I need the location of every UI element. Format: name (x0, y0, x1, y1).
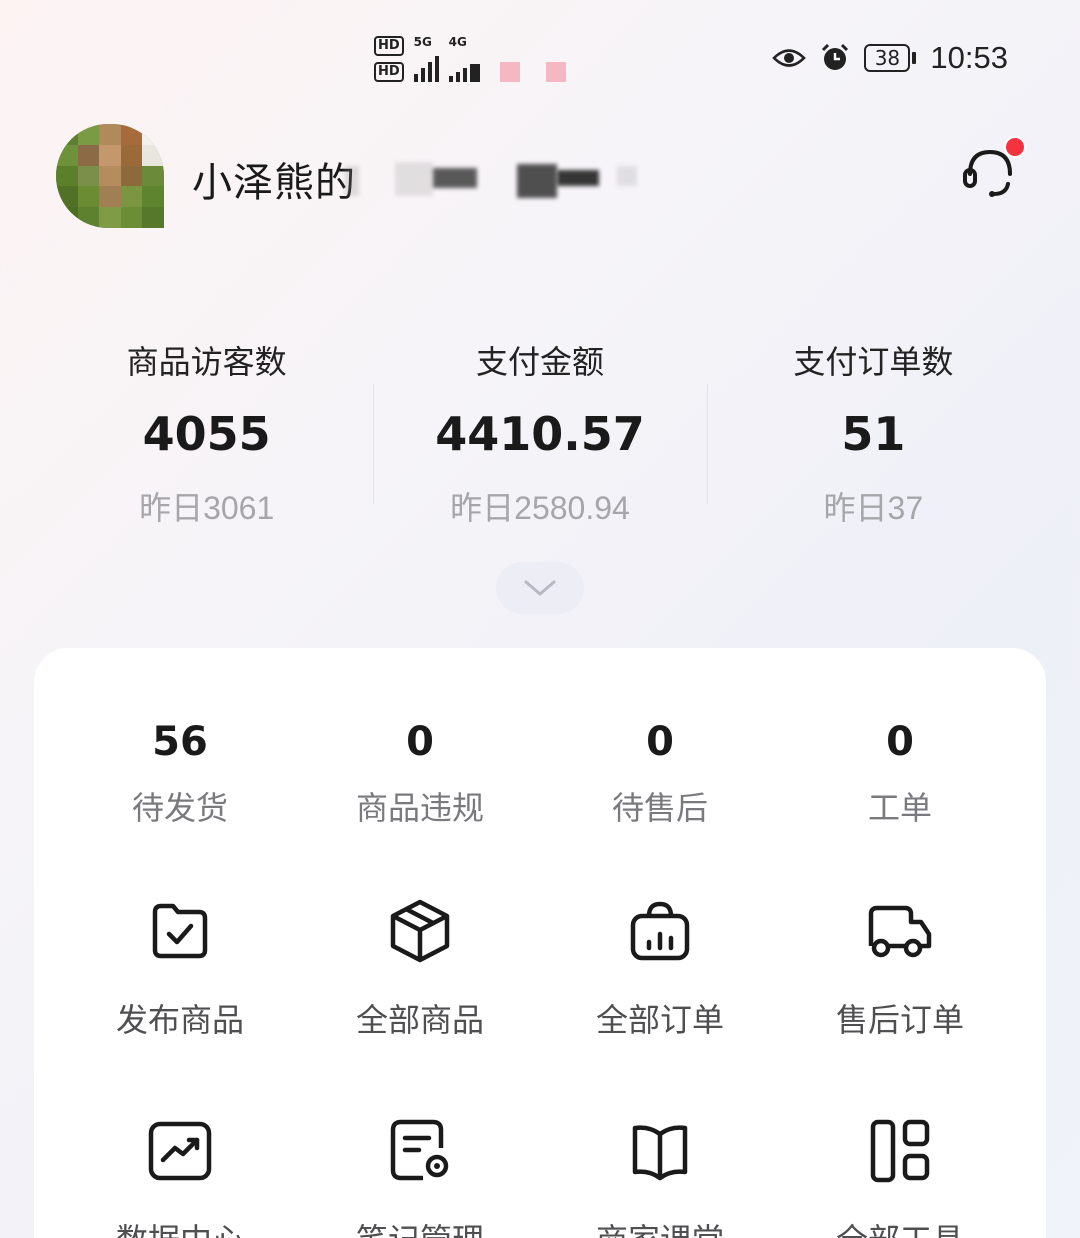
counter-label: 待发货 (131, 789, 228, 827)
tool-data-center[interactable]: 数据中心 (60, 1116, 300, 1238)
truck-icon (868, 905, 932, 958)
status-time: 10:53 (930, 40, 1008, 75)
stat-label: 支付订单数 (793, 343, 954, 381)
order-counters: 56 待发货 0 商品违规 0 待售后 0 工单 (60, 718, 1020, 828)
tool-label: 售后订单 (835, 1001, 964, 1039)
box-icon (390, 899, 450, 963)
battery-icon: 38 (864, 44, 917, 72)
notification-dot (1004, 136, 1026, 158)
stat-label: 支付金额 (475, 343, 604, 381)
counter-label: 商品违规 (355, 789, 484, 827)
chevron-down-icon (524, 580, 556, 596)
eye-icon (772, 49, 807, 67)
trend-chart-icon (148, 1121, 212, 1181)
tool-all-products[interactable]: 全部商品 (300, 896, 540, 1040)
stat-value: 4410.57 (435, 407, 645, 461)
notification-icon (499, 62, 520, 82)
stat-paid-orders[interactable]: 支付订单数 51 昨日37 (706, 340, 1040, 540)
tool-aftersales-orders[interactable]: 售后订单 (780, 896, 1020, 1040)
tool-all-orders[interactable]: 全部订单 (540, 896, 780, 1040)
counter-value: 56 (152, 719, 208, 765)
workbench-card: 56 待发货 0 商品违规 0 待售后 0 工单 发布商品 全部商品 全部订单 … (34, 648, 1046, 1238)
counter-pending-aftersales[interactable]: 0 待售后 (540, 718, 780, 828)
stat-yesterday: 昨日37 (823, 490, 924, 526)
signal-group: HD HD 5G 4G (374, 36, 566, 82)
tool-all-tools[interactable]: 全部工具 (780, 1116, 1020, 1238)
folder-check-icon (152, 903, 208, 959)
grid-apps-icon (870, 1119, 930, 1183)
counter-value: 0 (406, 719, 434, 765)
counter-tickets[interactable]: 0 工单 (780, 718, 1020, 828)
tool-label: 全部订单 (595, 1001, 724, 1039)
alarm-clock-icon (822, 43, 849, 70)
network-type-label: 4G (448, 35, 467, 49)
shop-avatar[interactable] (56, 124, 164, 228)
expand-stats-button[interactable] (496, 562, 584, 614)
tools-grid: 发布商品 全部商品 全部订单 售后订单 (60, 896, 1020, 1238)
notification-icon (545, 62, 566, 82)
stat-yesterday: 昨日3061 (139, 490, 275, 526)
counter-pending-shipment[interactable]: 56 待发货 (60, 718, 300, 828)
stat-label: 商品访客数 (126, 343, 287, 381)
book-icon (632, 1125, 688, 1181)
signal-strength-icon (413, 50, 439, 82)
stat-value: 51 (841, 407, 906, 461)
redacted-shop-name (345, 162, 645, 202)
tool-notes-management[interactable]: 笔记管理 (300, 1116, 540, 1238)
tool-label: 全部商品 (355, 1001, 484, 1039)
tool-publish-product[interactable]: 发布商品 (60, 896, 300, 1040)
tool-merchant-classroom[interactable]: 商家课堂 (540, 1116, 780, 1238)
hd-badge: HD (374, 62, 404, 82)
stat-value: 4055 (142, 407, 271, 461)
tool-label: 发布商品 (115, 1001, 244, 1039)
counter-label: 待售后 (611, 789, 708, 827)
counter-product-violations[interactable]: 0 商品违规 (300, 718, 540, 828)
battery-level: 38 (864, 44, 911, 72)
note-settings-icon (390, 1119, 449, 1181)
signal-strength-icon (448, 50, 480, 82)
hd-badge: HD (374, 36, 404, 56)
tool-label: 数据中心 (60, 1220, 300, 1238)
stat-payment-amount[interactable]: 支付金额 4410.57 昨日2580.94 (373, 340, 706, 540)
counter-value: 0 (886, 719, 914, 765)
stats-panel: 商品访客数 4055 昨日3061 支付金额 4410.57 昨日2580.94… (40, 340, 1040, 540)
counter-value: 0 (646, 719, 674, 765)
stat-yesterday: 昨日2580.94 (450, 490, 630, 526)
tool-label: 全部工具 (780, 1220, 1020, 1238)
status-bar: HD HD 5G 4G 38 10:53 (0, 0, 1080, 120)
stat-visitors[interactable]: 商品访客数 4055 昨日3061 (40, 340, 373, 540)
network-type-label: 5G (413, 35, 432, 49)
order-bag-icon (630, 901, 690, 961)
tool-label: 笔记管理 (300, 1220, 540, 1238)
shop-name[interactable]: 小泽熊的 (192, 150, 356, 208)
counter-label: 工单 (867, 789, 932, 827)
tool-label: 商家课堂 (540, 1220, 780, 1238)
